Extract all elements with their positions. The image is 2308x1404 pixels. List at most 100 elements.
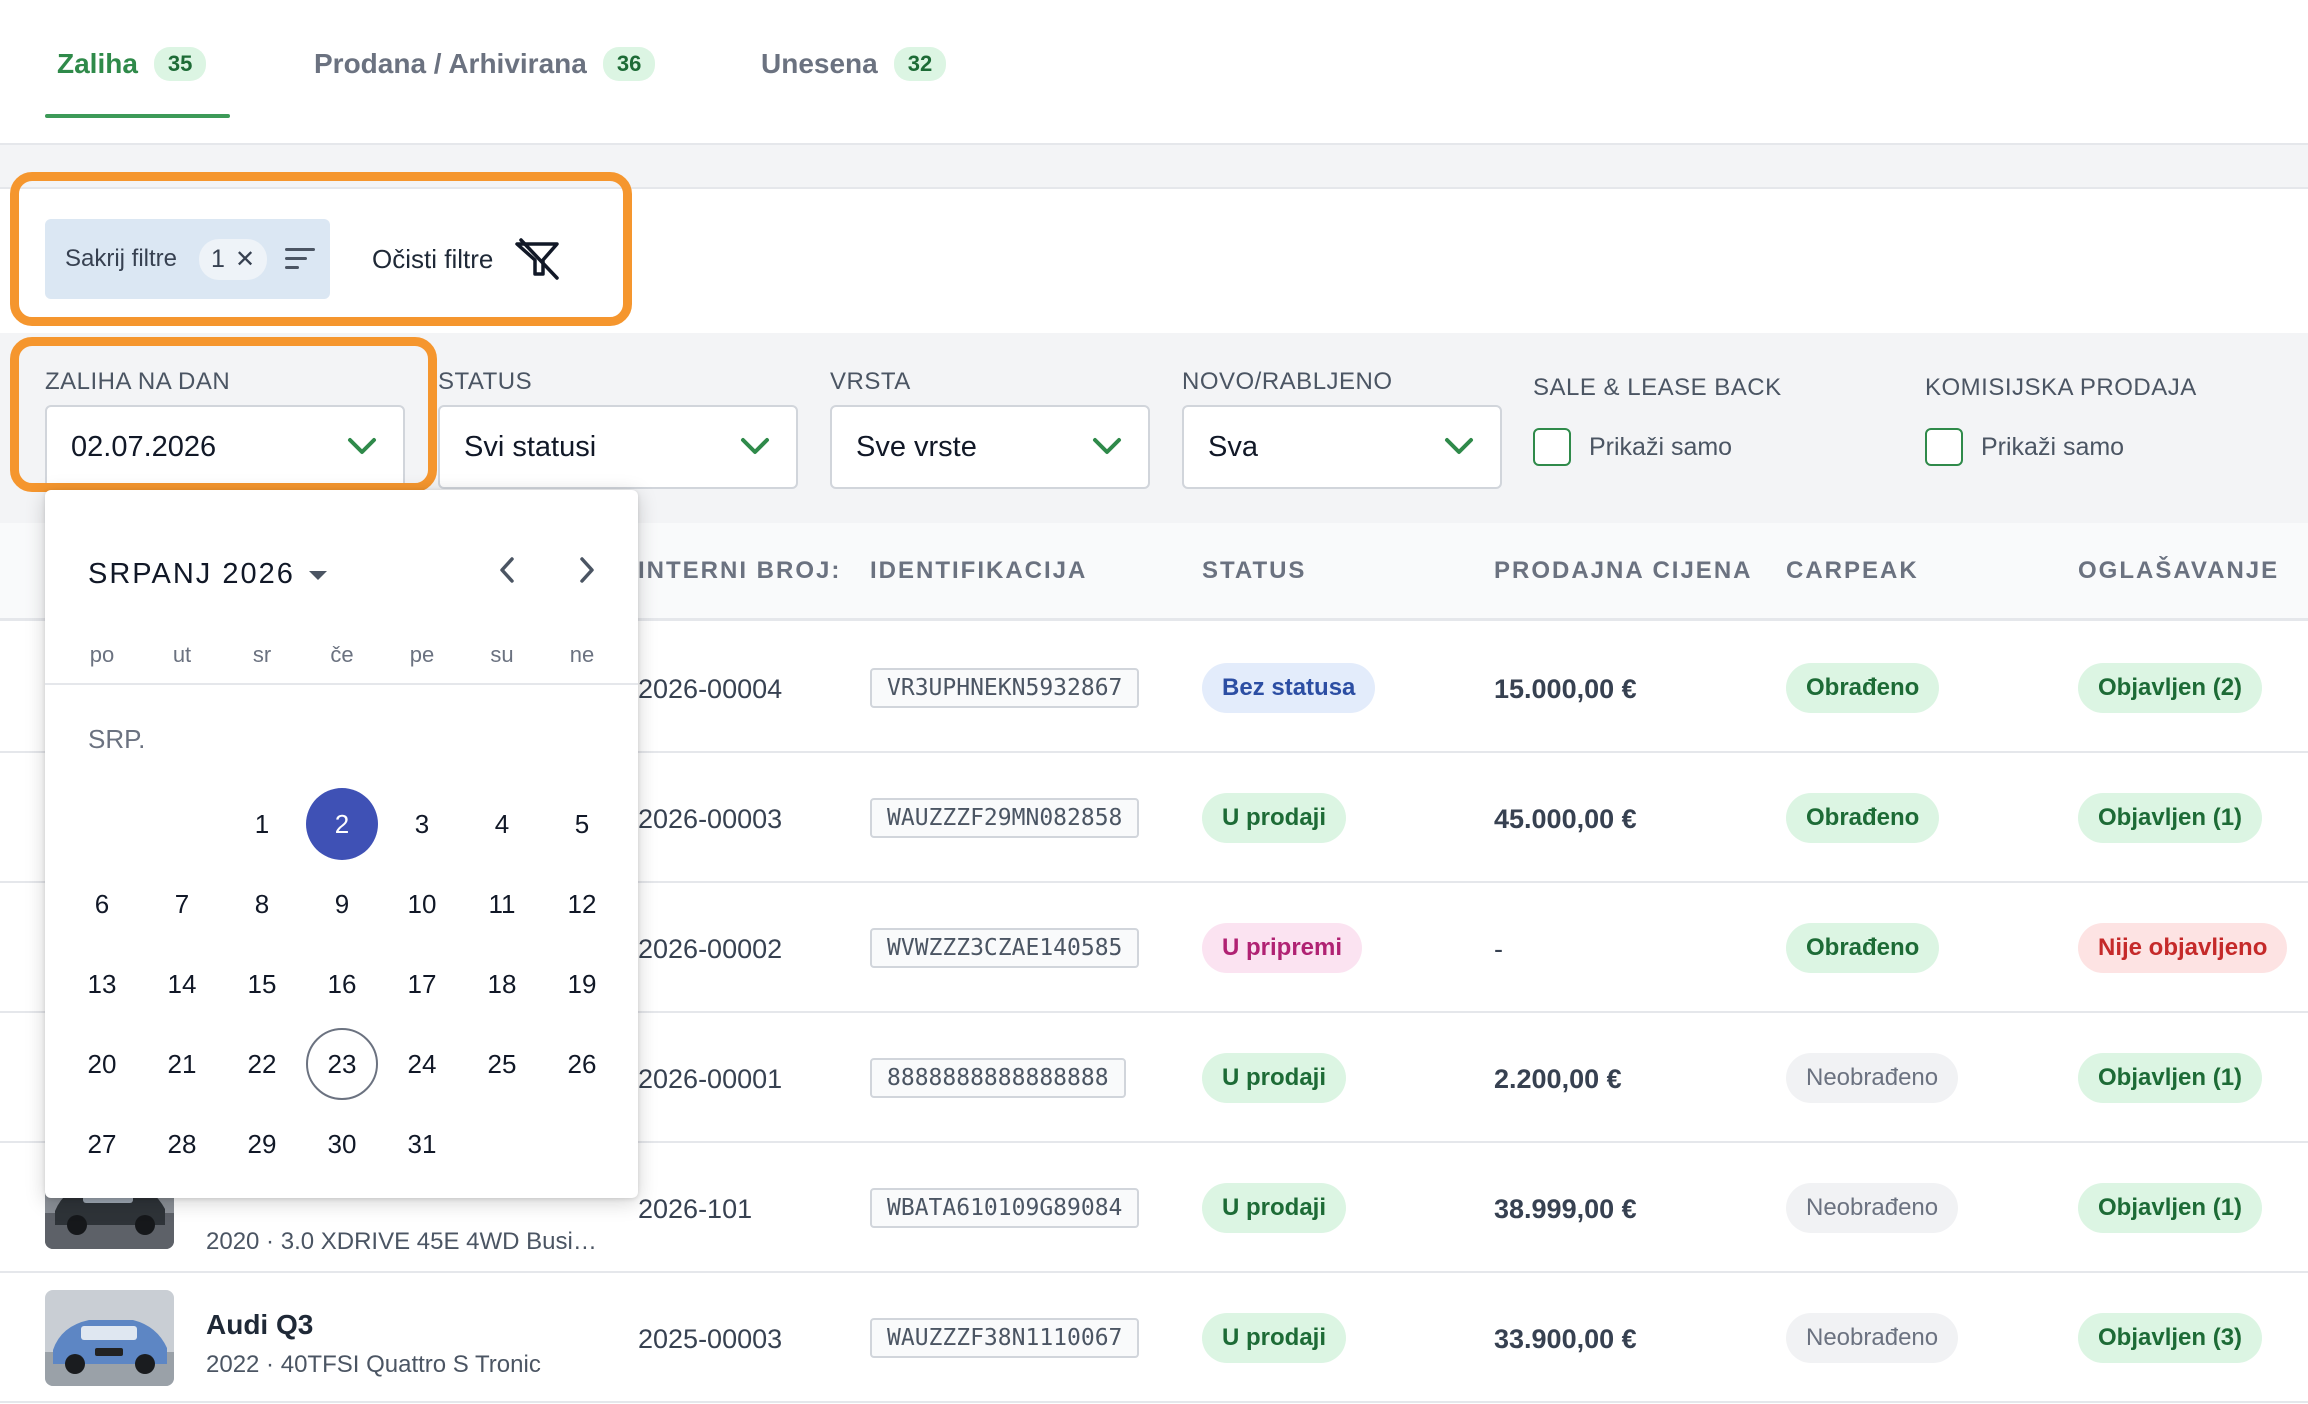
type-filter-label: VRSTA [830, 368, 911, 395]
column-header-identification[interactable]: IDENTIFIKACIJA [870, 557, 1087, 585]
calendar-day[interactable]: 8 [226, 868, 298, 940]
vin-code: 8888888888888888 [870, 1058, 1126, 1098]
calendar-day[interactable]: 26 [546, 1028, 618, 1100]
carpeak-badge: Obrađeno [1786, 663, 1940, 713]
calendar-day[interactable]: 27 [66, 1108, 138, 1180]
sale-price: 2.200,00 € [1494, 1064, 1622, 1094]
table-row[interactable]: Audi Q3 2022 · 40TFSI Quattro S Tronic 2… [0, 1273, 2308, 1403]
column-header-carpeak[interactable]: CARPEAK [1786, 557, 1919, 585]
filter-toolbar [0, 187, 2308, 333]
calendar-day[interactable]: 28 [146, 1108, 218, 1180]
tab-zaliha[interactable]: Zaliha 35 [57, 44, 207, 84]
calendar-day[interactable]: 10 [386, 868, 458, 940]
tab-label: Prodana / Arhivirana [314, 48, 587, 79]
advertising-badge: Objavljen (2) [2078, 663, 2263, 713]
carpeak-badge: Obrađeno [1786, 793, 1940, 843]
sale-price: - [1494, 934, 1503, 964]
carpeak-badge: Neobrađeno [1786, 1053, 1959, 1103]
calendar-day[interactable]: 12 [546, 868, 618, 940]
calendar-day[interactable]: 19 [546, 948, 618, 1020]
tab-count-badge: 35 [153, 47, 207, 81]
calendar-day[interactable]: 4 [466, 788, 538, 860]
stock-date-select[interactable]: 02.07.2026 [45, 405, 405, 489]
active-filter-count-chip[interactable]: 1 ✕ [199, 238, 268, 280]
internal-number: 2026-00003 [638, 804, 783, 834]
calendar-day[interactable]: 24 [386, 1028, 458, 1100]
calendar-day[interactable]: 1 [226, 788, 298, 860]
internal-number: 2025-00003 [638, 1324, 783, 1354]
vehicle-title[interactable]: Audi Q3 [206, 1309, 313, 1341]
carpeak-badge: Neobrađeno [1786, 1183, 1959, 1233]
hide-filters-label: Sakrij filtre [65, 245, 178, 272]
status-badge: U prodaji [1202, 1053, 1347, 1103]
month-year-selector[interactable]: SRPANJ 2026 [88, 558, 331, 591]
clear-filters-button[interactable]: Očisti filtre [372, 219, 563, 299]
sale-price: 33.900,00 € [1494, 1324, 1637, 1354]
type-select-value: Sve vrste [856, 430, 977, 463]
vin-code: VR3UPHNEKN5932867 [870, 668, 1140, 708]
tab-prodana-arhivirana[interactable]: Prodana / Arhivirana 36 [314, 44, 656, 84]
vin-code: WAUZZZF29MN082858 [870, 798, 1140, 838]
sale-price: 45.000,00 € [1494, 804, 1637, 834]
weekday-label: pe [409, 642, 435, 667]
month-year-label: SRPANJ 2026 [88, 558, 295, 590]
calendar-day[interactable]: 30 [306, 1108, 378, 1180]
calendar-day[interactable]: 3 [386, 788, 458, 860]
calendar-day[interactable]: 6 [66, 868, 138, 940]
calendar-day[interactable]: 7 [146, 868, 218, 940]
calendar-day[interactable]: 29 [226, 1108, 298, 1180]
calendar-day[interactable]: 18 [466, 948, 538, 1020]
column-header-internal-number[interactable]: INTERNI BROJ: [638, 557, 841, 585]
hide-filters-button[interactable]: Sakrij filtre 1 ✕ [45, 219, 330, 299]
advertising-badge: Objavljen (1) [2078, 793, 2263, 843]
calendar-day[interactable]: 5 [546, 788, 618, 860]
calendar-day[interactable]: 31 [386, 1108, 458, 1180]
stock-date-label: ZALIHA NA DAN [45, 368, 231, 395]
condition-select[interactable]: Sva [1182, 405, 1502, 489]
tab-unesena[interactable]: Unesena 32 [761, 44, 947, 84]
previous-month-button[interactable] [487, 550, 527, 590]
close-icon[interactable]: ✕ [235, 245, 255, 274]
chevron-down-icon [741, 438, 769, 454]
tab-label: Unesena [761, 48, 878, 79]
filter-lines-icon [285, 246, 316, 272]
condition-filter-label: NOVO/RABLJENO [1182, 368, 1393, 395]
page-band [0, 145, 2308, 187]
column-header-advertising[interactable]: OGLAŠAVANJE [2078, 557, 2279, 585]
column-header-status[interactable]: STATUS [1202, 557, 1306, 585]
status-select[interactable]: Svi statusi [438, 405, 798, 489]
advertising-badge: Objavljen (3) [2078, 1313, 2263, 1363]
internal-number: 2026-00004 [638, 674, 783, 704]
commission-sale-label: KOMISIJSKA PRODAJA [1925, 374, 2197, 401]
calendar-day[interactable]: 17 [386, 948, 458, 1020]
weekday-label: ut [172, 642, 192, 667]
sale-lease-back-checkbox[interactable] [1533, 428, 1571, 466]
calendar-day[interactable]: 25 [466, 1028, 538, 1100]
calendar-day[interactable]: 21 [146, 1028, 218, 1100]
weekday-label: sr [252, 642, 272, 667]
weekday-label: po [89, 642, 115, 667]
column-header-sale-price[interactable]: PRODAJNA CIJENA [1494, 557, 1752, 585]
commission-sale-checkbox-label: Prikaži samo [1981, 432, 2125, 461]
advertising-badge: Nije objavljeno [2078, 923, 2288, 973]
next-month-button[interactable] [567, 550, 607, 590]
calendar-day[interactable]: 15 [226, 948, 298, 1020]
calendar-day[interactable]: 16 [306, 948, 378, 1020]
advertising-badge: Objavljen (1) [2078, 1053, 2263, 1103]
date-picker-popover: SRPANJ 2026 po ut sr če pe su ne SRP. 12… [45, 490, 638, 1198]
type-select[interactable]: Sve vrste [830, 405, 1150, 489]
calendar-day[interactable]: 11 [466, 868, 538, 940]
status-badge: U prodaji [1202, 793, 1347, 843]
calendar-day[interactable]: 9 [306, 868, 378, 940]
commission-sale-checkbox[interactable] [1925, 428, 1963, 466]
calendar-day[interactable]: 14 [146, 948, 218, 1020]
commission-sale-checkbox-row[interactable]: Prikaži samo [1925, 428, 2124, 466]
calendar-day[interactable]: 22 [226, 1028, 298, 1100]
sale-lease-back-checkbox-row[interactable]: Prikaži samo [1533, 428, 1732, 466]
sale-price: 15.000,00 € [1494, 674, 1637, 704]
calendar-day[interactable]: 20 [66, 1028, 138, 1100]
caret-down-icon [308, 570, 327, 580]
calendar-day[interactable]: 23 [306, 1028, 378, 1100]
calendar-day[interactable]: 2 [306, 788, 378, 860]
calendar-day[interactable]: 13 [66, 948, 138, 1020]
